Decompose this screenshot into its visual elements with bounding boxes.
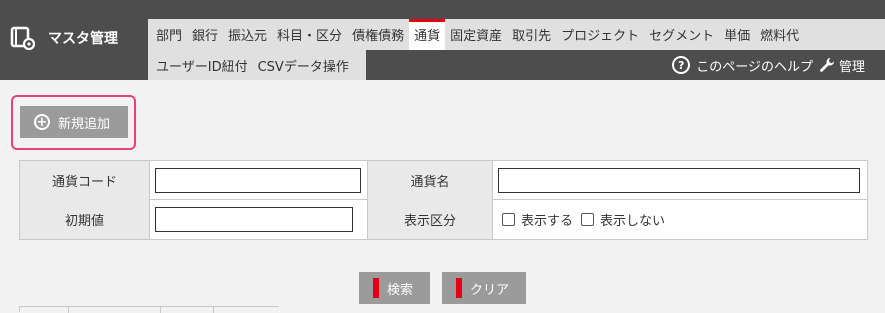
search-row-2: 初期値 表示区分 表示する 表示しない	[20, 200, 867, 239]
tab-item[interactable]: 部門	[148, 19, 187, 50]
question-icon: ?	[672, 56, 691, 74]
wrench-icon	[820, 58, 834, 72]
admin-link-label: 管理	[838, 59, 865, 75]
tab-item[interactable]: CSVデータ操作	[253, 50, 354, 80]
add-button-highlight: + 新規追加	[11, 95, 136, 150]
initial-value-label: 初期値	[20, 200, 150, 239]
search-button-label: 検索	[387, 282, 414, 298]
display-type-options: 表示する 表示しない	[493, 210, 673, 229]
currency-code-cell	[150, 161, 368, 200]
tab-active-item[interactable]: 通貨	[409, 19, 446, 50]
admin-link[interactable]: 管理	[819, 56, 865, 75]
initial-value-cell	[150, 200, 368, 239]
show-checkbox-label[interactable]: 表示する	[521, 210, 573, 229]
tab-item[interactable]: プロジェクト	[556, 19, 644, 50]
tab-item[interactable]: セグメント	[644, 19, 719, 50]
currency-name-cell	[493, 161, 867, 200]
accent-bar	[373, 278, 379, 298]
hide-checkbox-label[interactable]: 表示しない	[600, 210, 665, 229]
app-title-label: マスタ管理	[48, 31, 118, 47]
add-new-button[interactable]: + 新規追加	[20, 106, 128, 138]
header-links: ? このページのヘルプ 管理	[672, 50, 865, 80]
tab-item[interactable]: ユーザーID紐付	[148, 50, 253, 80]
tab-item[interactable]: 振込元	[223, 19, 272, 50]
display-type-label: 表示区分	[368, 200, 493, 239]
clear-button-label: クリア	[470, 282, 510, 298]
show-checkbox[interactable]	[502, 213, 515, 226]
currency-name-input[interactable]	[498, 168, 860, 193]
table-column-divider	[160, 307, 161, 313]
results-table-header	[19, 306, 279, 313]
plus-circle-icon: +	[34, 114, 50, 130]
search-row-1: 通貨コード 通貨名	[20, 161, 867, 200]
help-link[interactable]: ? このページのヘルプ	[672, 56, 813, 75]
hide-checkbox[interactable]	[581, 213, 595, 226]
display-type-cell: 表示する 表示しない	[493, 200, 867, 239]
tab-item[interactable]: 単価	[719, 19, 755, 50]
master-settings-icon	[10, 26, 36, 51]
clear-button[interactable]: クリア	[442, 272, 526, 304]
table-column-divider	[68, 307, 69, 313]
currency-code-input[interactable]	[155, 168, 361, 193]
help-link-label: このページのヘルプ	[696, 59, 813, 75]
app-title[interactable]: マスタ管理	[10, 22, 118, 54]
tab-item[interactable]: 銀行	[187, 19, 223, 50]
initial-value-input[interactable]	[155, 207, 353, 232]
add-new-button-label: 新規追加	[58, 116, 111, 132]
tab-item[interactable]: 債権債務	[347, 19, 409, 50]
search-button[interactable]: 検索	[359, 272, 430, 304]
tab-item[interactable]: 燃料代	[755, 19, 804, 50]
table-column-divider	[213, 307, 214, 313]
tab-bar-row-2: ユーザーID紐付 CSVデータ操作	[148, 50, 366, 80]
top-header: マスタ管理 部門 銀行 振込元 科目・区分 債権債務 通貨 固定資産 取引先 プロジェクト セグメ…	[0, 0, 885, 80]
currency-code-label: 通貨コード	[20, 161, 150, 200]
search-form: 通貨コード 通貨名 初期値 表示区分 表示する 表示しない	[19, 160, 868, 240]
tab-item[interactable]: 固定資産	[445, 19, 507, 50]
accent-bar	[456, 278, 462, 298]
tab-bar-row-1: 部門 銀行 振込元 科目・区分 債権債務 通貨 固定資産 取引先 プロジェクト セグメント 単価 燃料…	[148, 19, 885, 50]
currency-name-label: 通貨名	[368, 161, 493, 200]
tab-item[interactable]: 科目・区分	[272, 19, 347, 50]
tab-item[interactable]: 取引先	[507, 19, 556, 50]
